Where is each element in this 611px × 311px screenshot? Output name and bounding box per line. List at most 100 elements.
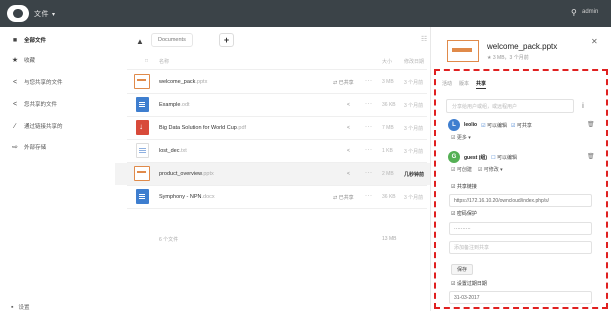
table-row[interactable]: product_overview.pptx < ··· 2 MB 几秒钟前 — [115, 163, 430, 185]
avatar: G — [448, 151, 460, 163]
breadcrumb[interactable]: Documents — [151, 33, 193, 47]
sidebar-item-shared-by-you[interactable]: < 您共享的文件 — [11, 98, 57, 110]
sidebar-item-favorites[interactable]: ★ 收藏 — [11, 54, 35, 66]
file-size: 7 MB — [382, 125, 394, 131]
column-header-modified[interactable]: 修改日期 — [404, 58, 424, 65]
app-menu[interactable]: 文件 ▾ — [34, 9, 56, 19]
file-thumbnail — [447, 40, 479, 62]
folder-icon: ■ — [12, 36, 18, 44]
share-with-input[interactable]: 分享给用户或组，或远程用户 — [446, 99, 574, 113]
sharee-row: G guest (组) ☐ 可以编辑 — [448, 150, 517, 164]
share-icon[interactable]: < — [347, 125, 350, 131]
file-name[interactable]: Symphony - NPN.docx — [159, 194, 215, 200]
shared-button[interactable]: ⇄ 已共享 — [333, 194, 354, 201]
link-icon: ∕ — [14, 122, 16, 130]
gear-icon: ▪ — [11, 303, 14, 311]
divider — [127, 69, 427, 70]
tab-versions[interactable]: 版本 — [459, 80, 469, 89]
file-list: ▲ Documents + ☷ □ 名称 大小 修改日期 welcome_pac… — [115, 27, 430, 311]
add-button[interactable]: + — [219, 33, 234, 47]
share-link-field[interactable]: https://172.16.10.20/owncloud/index.php/… — [449, 194, 592, 207]
info-icon[interactable]: ⅰ — [582, 102, 584, 110]
sidebar-item-all-files[interactable]: ■ 全部文件 — [11, 34, 46, 46]
sidebar-item-shared-with-you[interactable]: < 与您共享的文件 — [11, 76, 63, 88]
share-link-checkbox[interactable]: ☑ 共享链接 — [451, 183, 477, 190]
column-header-size[interactable]: 大小 — [382, 58, 392, 65]
file-count: 6 个文件 — [159, 237, 179, 243]
file-name[interactable]: Example.odt — [159, 102, 190, 108]
can-edit-checkbox[interactable]: ☐ 可以编辑 — [491, 154, 517, 161]
more-actions-icon[interactable]: ··· — [365, 101, 373, 107]
column-header-name[interactable]: 名称 — [159, 58, 169, 65]
expiry-checkbox[interactable]: ☑ 设置过期日期 — [451, 280, 487, 287]
trash-icon[interactable]: 🗑 — [587, 121, 595, 128]
tab-sharing[interactable]: 共享 — [476, 80, 487, 89]
file-size: 36 KB — [382, 102, 396, 108]
shared-button[interactable]: ⇄ 已共享 — [333, 79, 354, 86]
more-actions-icon[interactable]: ··· — [365, 124, 373, 130]
can-create-checkbox[interactable]: ☑ 可创建 — [451, 166, 472, 173]
table-row[interactable]: Symphony - NPN.docx ⇄ 已共享 ··· 36 KB 3 个月… — [115, 186, 430, 208]
app-title: 文件 — [34, 11, 49, 18]
share-icon[interactable]: < — [347, 148, 350, 154]
table-row[interactable]: Example.odt < ··· 36 KB 3 个月前 — [115, 94, 430, 116]
file-modified: 3 个月前 — [404, 80, 424, 86]
file-modified: 3 个月前 — [404, 103, 424, 109]
external-icon: ⇨ — [12, 144, 18, 151]
sidebar-item-shared-by-link[interactable]: ∕ 通过链接共享的 — [11, 120, 62, 132]
app-logo[interactable] — [7, 5, 29, 22]
share-icon[interactable]: < — [347, 102, 350, 108]
table-row[interactable]: Big Data Solution for World Cup.pdf < ··… — [115, 117, 430, 139]
sharee-name: guest (组) — [464, 154, 488, 161]
pdf-file-icon — [136, 120, 149, 135]
search-icon[interactable]: ⚲ — [571, 8, 577, 17]
avatar: L — [448, 119, 460, 131]
file-size: 2 MB — [382, 171, 394, 177]
more-actions-icon[interactable]: ··· — [365, 170, 373, 176]
presentation-file-icon — [134, 166, 150, 181]
total-size: 13 MB — [382, 236, 397, 242]
file-name[interactable]: Big Data Solution for World Cup.pdf — [159, 125, 246, 131]
file-size: 36 KB — [382, 194, 396, 200]
table-row[interactable]: welcome_pack.pptx ⇄ 已共享 ··· 3 MB 3 个月前 — [115, 71, 430, 93]
grid-view-icon[interactable]: ☷ — [421, 35, 427, 43]
close-icon[interactable]: ✕ — [591, 37, 598, 46]
more-actions-icon[interactable]: ··· — [365, 193, 373, 199]
can-share-checkbox[interactable]: ☑ 可共享 — [511, 122, 532, 129]
can-change-checkbox[interactable]: ☑ 可修改 ▾ — [478, 166, 503, 173]
tab-activity[interactable]: 活动 — [442, 80, 452, 89]
divider — [127, 208, 427, 209]
file-name[interactable]: lost_dec.txt — [159, 148, 187, 154]
file-modified: 3 个月前 — [404, 149, 424, 155]
more-permissions-button[interactable]: ☑ 更多 ▾ — [451, 134, 471, 141]
more-actions-icon[interactable]: ··· — [365, 147, 373, 153]
can-edit-checkbox[interactable]: ☑ 可以编辑 — [481, 122, 507, 129]
home-icon[interactable]: ▲ — [136, 37, 144, 46]
panel-file-meta: ★ 3 MB，3 个月前 — [487, 55, 529, 61]
settings-button[interactable]: ▪ 设置 — [11, 303, 30, 311]
star-icon: ★ — [11, 57, 19, 64]
user-menu[interactable]: admin — [582, 9, 598, 15]
panel-file-title: welcome_pack.pptx — [487, 42, 558, 51]
file-size: 1 KB — [382, 148, 393, 154]
file-size: 3 MB — [382, 79, 394, 85]
chevron-down-icon: ▾ — [52, 12, 56, 18]
table-row[interactable]: lost_dec.txt < ··· 1 KB 3 个月前 — [115, 140, 430, 162]
sidebar-item-external-storage[interactable]: ⇨ 外部存储 — [11, 141, 46, 153]
document-file-icon — [136, 97, 149, 112]
panel-tabs: 活动 版本 共享 — [442, 80, 487, 89]
sharee-row: L leolio ☑ 可以编辑 ☑ 可共享 — [448, 118, 532, 132]
note-field[interactable]: 添加备注到共享 — [449, 241, 592, 254]
expiry-date-field[interactable]: 31-03-2017 — [449, 291, 592, 304]
password-field[interactable]: ·········· — [449, 222, 592, 235]
file-name[interactable]: welcome_pack.pptx — [159, 79, 207, 85]
file-modified: 几秒钟前 — [404, 172, 425, 178]
share-icon[interactable]: < — [347, 171, 350, 177]
password-protect-checkbox[interactable]: ☑ 密码保护 — [451, 210, 477, 217]
presentation-file-icon — [134, 74, 150, 89]
select-all-checkbox[interactable]: □ — [145, 58, 148, 64]
trash-icon[interactable]: 🗑 — [587, 153, 595, 160]
more-actions-icon[interactable]: ··· — [365, 78, 373, 84]
file-name[interactable]: product_overview.pptx — [159, 171, 214, 177]
save-button[interactable]: 保存 — [451, 264, 474, 275]
